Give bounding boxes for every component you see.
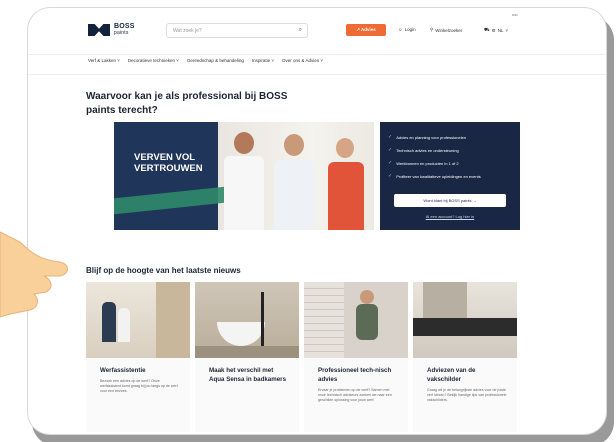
login-label: Login: [404, 27, 416, 32]
search-icon[interactable]: ⌕: [299, 27, 302, 34]
card-image: [304, 282, 408, 358]
card-description: [195, 384, 299, 388]
store-locator-label: Winkelzoeker: [435, 27, 463, 33]
cart-area[interactable]: ⛟ ⚙ NL ˅: [484, 27, 508, 34]
language-selector[interactable]: NL: [498, 28, 504, 33]
list-item: ✓ Technisch advies en ondersteuning: [388, 147, 459, 153]
card-title: Maak het verschil met Aqua Sensa in badk…: [209, 367, 287, 383]
main-nav: Verf & Lakken ˅ Decoratieve technieken ˅…: [88, 58, 323, 63]
card-image: [195, 282, 299, 358]
logo-mark-icon: [88, 24, 110, 36]
page-title: Waarvoor kan je als professional bij BOS…: [86, 91, 288, 116]
professional-benefits-panel: ✓ Advies en planning voor professionelen …: [380, 122, 520, 230]
card-title: Adviezen van de vakschilder: [427, 367, 476, 383]
list-item: ✓ Werkbonnen en producten in 1 of 2: [388, 160, 459, 166]
check-icon: ✓: [388, 160, 393, 166]
painter-figure-1: [224, 156, 264, 230]
nav-item-about[interactable]: Over ons & Advies ˅: [282, 58, 323, 63]
location-pin-icon: ⚲: [430, 27, 434, 32]
card-image: [413, 282, 517, 358]
boss-paints-logo[interactable]: BOSS paints: [88, 23, 135, 36]
pointing-hand-illustration: [0, 231, 68, 318]
news-card[interactable]: Adviezen van de vakschilder Graag wil je…: [413, 282, 517, 432]
check-icon: ✓: [388, 173, 393, 179]
nav-item-paints[interactable]: Verf & Lakken ˅: [88, 58, 120, 63]
hero-paint-stripe: [114, 185, 234, 215]
store-locator-link[interactable]: ⚲ Winkelzoeker: [430, 27, 462, 33]
settings-icon[interactable]: ⚙: [492, 28, 496, 34]
nav-item-inspiration[interactable]: Inspiratie ˅: [252, 58, 274, 63]
card-description: Bezoek een advies op de werf? Onze werfa…: [100, 379, 178, 393]
painter-head-2: [284, 134, 304, 156]
news-section-title: Blijf op de hoogte van het laatste nieuw…: [86, 266, 241, 275]
user-icon: ☺: [398, 27, 403, 32]
top-utility-text: ••••: [512, 12, 518, 17]
card-image: [86, 282, 190, 358]
list-item: ✓ Advies en planning voor professionelen: [388, 134, 467, 140]
news-card[interactable]: Werfassistentie Bezoek een advies op de …: [86, 282, 190, 432]
news-card[interactable]: Professioneel tech-nisch advies Ervaar j…: [304, 282, 408, 432]
chevron-down-icon: ˅: [505, 28, 509, 33]
painter-figure-2: [274, 160, 314, 230]
list-item: ✓ Profiteer van kwalitatieve opleidingen …: [388, 173, 481, 179]
check-icon: ✓: [388, 147, 393, 153]
top-bar: •••• BOSS paints Wat zoek je? ⌕ ↗ Advies…: [28, 8, 606, 55]
card-title: Werfassistentie: [100, 367, 146, 374]
check-icon: ✓: [388, 134, 393, 140]
benefits-list: ✓ Advies en planning voor professionelen …: [388, 134, 481, 186]
login-here-link[interactable]: Al een account? Log hier in: [380, 214, 520, 219]
card-description: Ervaar je problemen op de werf? Samen me…: [318, 388, 392, 402]
advice-button[interactable]: ↗ Advies: [346, 24, 386, 36]
painter-head-3: [336, 138, 354, 158]
nav-item-decorative[interactable]: Decoratieve technieken ˅: [128, 58, 179, 63]
painter-head-1: [234, 132, 254, 154]
card-description: Graag wil je de belangrijkste advies voo…: [427, 388, 507, 402]
login-link[interactable]: ☺ Login: [398, 27, 416, 32]
painter-figure-3: [328, 162, 364, 230]
news-card[interactable]: Maak het verschil met Aqua Sensa in badk…: [195, 282, 299, 432]
browser-frame: •••• BOSS paints Wat zoek je? ⌕ ↗ Advies…: [28, 8, 606, 434]
logo-text-paints: paints: [114, 30, 129, 36]
search-placeholder: Wat zoek je?: [173, 27, 202, 34]
news-cards: Werfassistentie Bezoek een advies op de …: [86, 282, 517, 432]
hero-banner[interactable]: VERVEN VOL VERTROUWEN: [114, 122, 374, 230]
card-title: Professioneel tech-nisch advies: [318, 367, 392, 383]
become-customer-button[interactable]: Word klant bij BOSS paints →: [394, 194, 506, 207]
cart-icon[interactable]: ⛟: [484, 27, 490, 34]
nav-item-tools[interactable]: Gereedschap & behandeling: [187, 58, 244, 63]
search-input[interactable]: Wat zoek je? ⌕: [166, 23, 308, 38]
hero-slogan: VERVEN VOL VERTROUWEN: [134, 152, 203, 174]
